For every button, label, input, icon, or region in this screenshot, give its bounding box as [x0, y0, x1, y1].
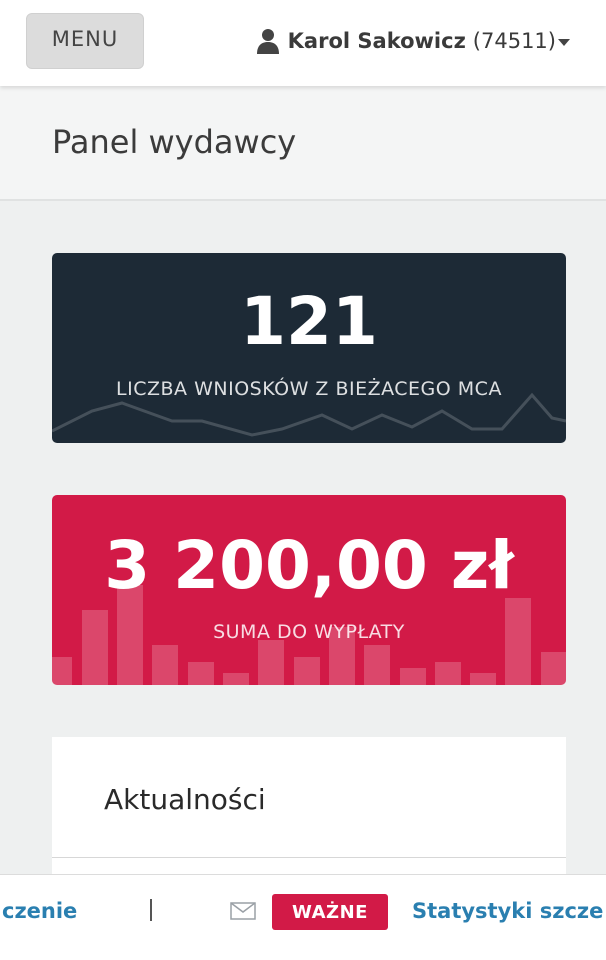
ticker-text-left[interactable]: czenie — [2, 899, 77, 923]
user-id: (74511) — [472, 29, 556, 53]
applications-label: LICZBA WNIOSKÓW Z BIEŻACEGO MCA — [116, 378, 502, 400]
applications-count: 121 — [240, 283, 378, 360]
payout-stat-card: 3 200,00 zł SUMA DO WYPŁATY — [52, 495, 566, 685]
user-menu[interactable]: Karol Sakowicz (74511) — [256, 24, 570, 58]
caret-down-icon[interactable] — [558, 38, 570, 46]
news-title: Aktualności — [104, 783, 266, 816]
top-bar: MENU Karol Sakowicz (74511) — [0, 0, 606, 86]
user-icon — [256, 29, 279, 54]
news-ticker[interactable]: czenie WAŻNE Statystyki szcze — [0, 874, 606, 960]
ticker-text-right[interactable]: Statystyki szcze — [412, 899, 603, 923]
ticker-separator — [150, 899, 152, 921]
payout-amount: 3 200,00 zł — [104, 527, 514, 604]
envelope-icon — [230, 902, 256, 920]
news-panel: Aktualności — [52, 737, 566, 877]
news-divider — [52, 857, 566, 858]
page-header: Panel wydawcy — [0, 86, 606, 201]
page-title: Panel wydawcy — [52, 123, 297, 161]
menu-button[interactable]: MENU — [26, 13, 144, 69]
payout-label: SUMA DO WYPŁATY — [213, 621, 405, 643]
important-badge: WAŻNE — [272, 894, 388, 930]
applications-stat-card: 121 LICZBA WNIOSKÓW Z BIEŻACEGO MCA — [52, 253, 566, 443]
user-name: Karol Sakowicz — [287, 29, 466, 53]
